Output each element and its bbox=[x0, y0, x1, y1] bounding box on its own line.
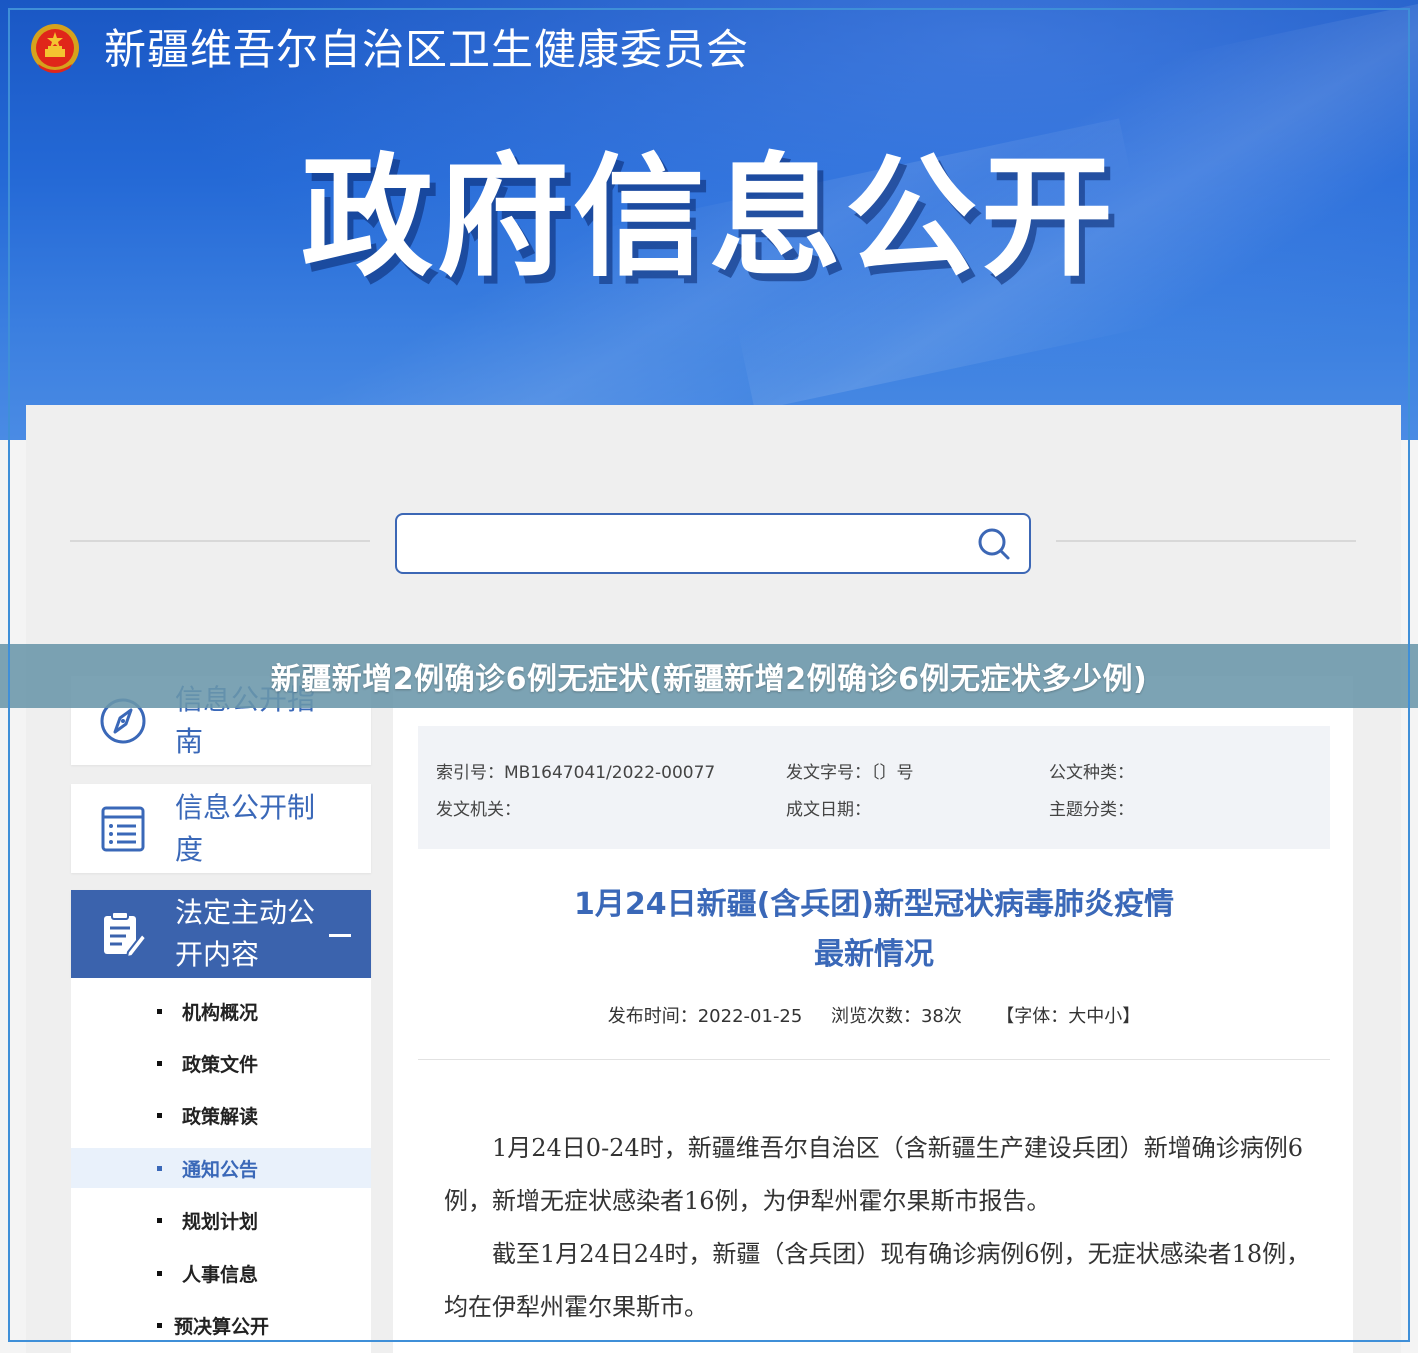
subnav-item-label: 预决算公开 bbox=[174, 1315, 270, 1338]
bullet-icon bbox=[157, 1112, 162, 1118]
font-size-label-end: 】 bbox=[1122, 1006, 1141, 1027]
subnav-list: 机构概况 政策文件 政策解读 通知公告 规划计划 人事信息 预决算公开 bbox=[71, 978, 371, 1353]
subnav-item-organization[interactable]: 机构概况 bbox=[71, 991, 371, 1031]
list-document-icon bbox=[71, 784, 175, 873]
national-emblem-icon bbox=[31, 24, 79, 73]
search-icon bbox=[978, 528, 1010, 559]
meta-topic: 主题分类： bbox=[1049, 800, 1134, 820]
bullet-icon bbox=[157, 1008, 162, 1014]
font-size-large-button[interactable]: 大 bbox=[1068, 1006, 1086, 1027]
document-metadata bbox=[418, 726, 1330, 849]
hero-title: 政府信息公开 bbox=[301, 141, 1117, 295]
article-divider bbox=[418, 1059, 1330, 1060]
subnav-item-label: 政策文件 bbox=[182, 1053, 259, 1076]
subnav-item-policy-documents[interactable]: 政策文件 bbox=[71, 1043, 371, 1083]
search-input[interactable] bbox=[397, 515, 959, 572]
subnav-item-label: 人事信息 bbox=[182, 1263, 259, 1286]
article-title-line: 1月24日新疆(含兵团)新型冠状病毒肺炎疫情 bbox=[573, 887, 1175, 922]
bullet-icon bbox=[157, 1270, 162, 1276]
search-box bbox=[395, 513, 1031, 574]
subnav-item-personnel[interactable]: 人事信息 bbox=[71, 1253, 371, 1293]
meta-date-written: 成文日期： bbox=[786, 800, 871, 820]
bullet-icon bbox=[157, 1322, 162, 1328]
overlay-headline-bar: 新疆新增2例确诊6例无症状(新疆新增2例确诊6例无症状多少例) bbox=[0, 644, 1418, 708]
view-count: 浏览次数：38次 bbox=[830, 1006, 962, 1027]
header-banner: 新疆维吾尔自治区卫生健康委员会 政府信息公开 bbox=[0, 0, 1418, 440]
meta-document-number: 发文字号：〔〕号 bbox=[786, 763, 914, 783]
collapse-icon[interactable] bbox=[329, 934, 351, 937]
search-divider-left bbox=[70, 540, 370, 542]
article-body: 1月24日0-24时，新疆维吾尔自治区（含新疆生产建设兵团）新增确诊病例6例，新… bbox=[444, 1122, 1314, 1334]
article-paragraph: 截至1月24日24时，新疆（含兵团）现有确诊病例6例，无症状感染者18例，均在伊… bbox=[444, 1240, 1311, 1321]
subnav-item-budget[interactable]: 预决算公开 bbox=[71, 1305, 371, 1345]
search-divider-right bbox=[1056, 540, 1356, 542]
edit-document-icon bbox=[71, 890, 175, 978]
font-size-small-button[interactable]: 小 bbox=[1104, 1006, 1122, 1027]
subnav-item-label: 政策解读 bbox=[182, 1105, 259, 1128]
article-paragraph: 1月24日0-24时，新疆维吾尔自治区（含新疆生产建设兵团）新增确诊病例6例，新… bbox=[444, 1134, 1303, 1215]
article-title: 1月24日新疆(含兵团)新型冠状病毒肺炎疫情 最新情况 bbox=[418, 880, 1330, 980]
overlay-headline: 新疆新增2例确诊6例无症状(新疆新增2例确诊6例无症状多少例) bbox=[270, 662, 1148, 697]
nav-card-label: 信息公开制度 bbox=[175, 790, 316, 866]
subnav-item-label: 规划计划 bbox=[182, 1210, 259, 1233]
meta-issuer: 发文机关： bbox=[436, 800, 521, 820]
subnav-item-policy-interpretation[interactable]: 政策解读 bbox=[71, 1095, 371, 1135]
search-button[interactable] bbox=[959, 515, 1029, 572]
bullet-icon bbox=[157, 1060, 162, 1066]
bullet-icon bbox=[157, 1217, 162, 1223]
publish-time: 发布时间：2022-01-25 bbox=[607, 1006, 803, 1027]
meta-document-type: 公文种类： bbox=[1049, 763, 1134, 783]
subnav-item-label: 通知公告 bbox=[182, 1158, 259, 1181]
article-title-line: 最新情况 bbox=[814, 937, 934, 972]
publish-info: 发布时间：2022-01-25 浏览次数：38次 【字体：大中小】 bbox=[418, 1002, 1330, 1028]
subnav-item-label: 机构概况 bbox=[182, 1001, 259, 1024]
font-size-label: 【字体： bbox=[996, 1006, 1069, 1027]
site-title[interactable]: 新疆维吾尔自治区卫生健康委员会 bbox=[104, 20, 749, 80]
nav-card-system[interactable]: 信息公开制度 bbox=[71, 784, 371, 873]
font-size-medium-button[interactable]: 中 bbox=[1086, 1006, 1104, 1027]
subnav-item-notices[interactable]: 通知公告 bbox=[71, 1148, 371, 1188]
bullet-icon bbox=[157, 1165, 162, 1171]
meta-index-number: 索引号：MB1647041/2022-00077 bbox=[436, 763, 716, 783]
subnav-item-plans[interactable]: 规划计划 bbox=[71, 1200, 371, 1240]
nav-card-active-disclosure[interactable]: 法定主动公开内容 bbox=[71, 890, 371, 978]
nav-card-label: 法定主动公开内容 bbox=[175, 896, 316, 971]
